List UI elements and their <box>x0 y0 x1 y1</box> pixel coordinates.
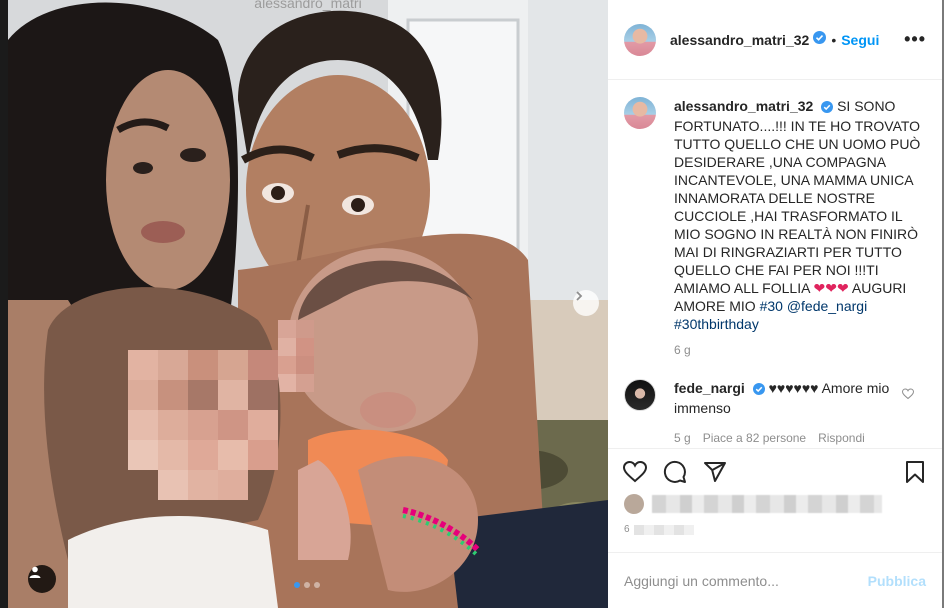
comment-item: fede_nargi ♥♥♥♥♥♥ Amore mio immenso 5 g … <box>624 379 926 447</box>
caption-text: SI SONO FORTUNATO....!!! IN TE HO TROVAT… <box>674 98 921 296</box>
comment-icon[interactable] <box>662 459 688 485</box>
carousel-dot <box>314 582 320 588</box>
post-header: alessandro_matri_32 • Segui ••• <box>608 0 942 80</box>
comment-heart-icon[interactable] <box>901 387 915 405</box>
carousel-dot <box>304 582 310 588</box>
comment-hearts: ♥♥♥♥♥♥ <box>768 380 819 396</box>
mention-link[interactable]: @fede_nargi <box>787 298 867 314</box>
action-bar <box>608 448 942 494</box>
header-separator: • <box>831 31 837 48</box>
add-comment-bar: Pubblica <box>608 552 942 608</box>
post-side-panel: alessandro_matri_32 • Segui ••• alessand… <box>608 0 942 608</box>
caption: alessandro_matri_32 SI SONO FORTUNATO...… <box>624 97 926 333</box>
verified-badge-icon <box>813 30 827 49</box>
caption-age[interactable]: 6 g <box>674 343 926 357</box>
heart-icon[interactable] <box>622 459 648 485</box>
comment-meta: 5 g Piace a 82 persone Rispondi <box>674 429 894 447</box>
comment-age[interactable]: 5 g <box>674 429 691 447</box>
post-photo[interactable]: alessandro_matri <box>8 0 608 608</box>
caption-hearts: ❤❤❤ <box>813 280 849 296</box>
comments-list[interactable]: alessandro_matri_32 SI SONO FORTUNATO...… <box>608 81 942 447</box>
more-icon[interactable]: ••• <box>904 29 926 50</box>
comment-input[interactable] <box>624 572 868 589</box>
blurred-likes-text <box>652 495 882 513</box>
caption-text-block: alessandro_matri_32 SI SONO FORTUNATO...… <box>674 97 922 333</box>
photo-illustration: alessandro_matri <box>8 0 608 608</box>
share-icon[interactable] <box>702 459 728 485</box>
bookmark-icon[interactable] <box>902 459 928 485</box>
reply-button[interactable]: Rispondi <box>818 429 865 447</box>
comment-text-block: fede_nargi ♥♥♥♥♥♥ Amore mio immenso 5 g … <box>674 379 894 447</box>
carousel-dot <box>294 582 300 588</box>
commenter-username[interactable]: fede_nargi <box>674 380 745 396</box>
post-timestamp-text: 6 <box>624 524 630 535</box>
next-photo-button[interactable] <box>573 290 599 316</box>
follow-button[interactable]: Segui <box>841 32 879 48</box>
liker-avatar <box>624 494 644 514</box>
hashtag-link[interactable]: #30thbirthday <box>674 316 759 332</box>
caption-avatar[interactable] <box>624 97 656 129</box>
verified-badge-icon <box>752 381 765 399</box>
author-username[interactable]: alessandro_matri_32 <box>670 32 809 48</box>
post-timestamp[interactable]: 6 <box>624 524 694 535</box>
svg-text:alessandro_matri: alessandro_matri <box>254 0 361 11</box>
commenter-avatar[interactable] <box>624 379 656 411</box>
author-avatar[interactable] <box>624 23 656 56</box>
user-tags-button[interactable] <box>28 565 56 593</box>
comment-likes[interactable]: Piace a 82 persone <box>703 429 806 447</box>
instagram-post-window: alessandro_matri alessandro_matri_32 • S… <box>0 0 944 608</box>
verified-badge-icon <box>821 99 834 117</box>
publish-button[interactable]: Pubblica <box>868 573 926 589</box>
carousel-indicator <box>294 582 320 588</box>
hashtag-link[interactable]: #30 <box>760 298 783 314</box>
caption-username[interactable]: alessandro_matri_32 <box>674 98 813 114</box>
likes-summary[interactable] <box>624 490 924 518</box>
blurred-timestamp <box>633 524 694 535</box>
